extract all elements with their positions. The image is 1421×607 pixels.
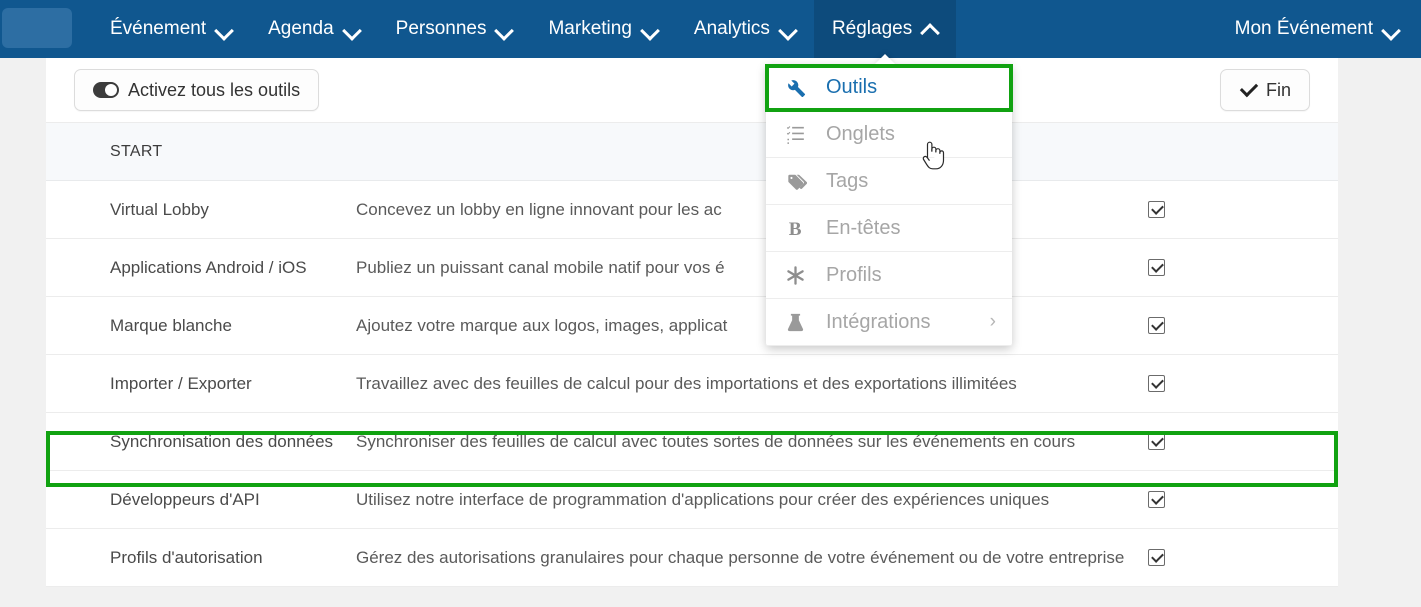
menu-item-onglets[interactable]: Onglets [766,111,1012,158]
tool-description: Travaillez avec des feuilles de calcul p… [356,373,1017,393]
bold-b-icon: B [784,217,814,240]
menu-item-label: Onglets [826,122,895,145]
table-row[interactable]: Profils d'autorisation Gérez des autoris… [46,529,1338,587]
chevron-down-icon [344,21,360,37]
done-button-label: Fin [1265,79,1291,100]
tool-description: Utilisez notre interface de programmatio… [356,489,1050,509]
tool-toggle-cell [1148,491,1338,508]
tool-toggle-cell [1148,201,1338,218]
tool-name: Marque blanche [110,315,232,335]
table-row-highlighted[interactable]: Synchronisation des données Synchroniser… [46,413,1338,471]
tool-checkbox[interactable] [1148,317,1165,334]
tools-table: START Virtual Lobby Concevez un lobby en… [46,123,1338,587]
nav-item-personnes[interactable]: Personnes [378,0,531,58]
chevron-up-icon [922,21,938,37]
nav-item-agenda[interactable]: Agenda [250,0,378,58]
section-label: START [110,142,163,160]
chevron-right-icon: › [989,311,996,332]
menu-item-tags[interactable]: Tags [766,158,1012,205]
chevron-down-icon [642,21,658,37]
app-root: Événement Agenda Personnes Marketing Ana… [0,0,1421,607]
tool-toggle-cell [1148,375,1338,392]
account-menu[interactable]: Mon Événement [1217,0,1421,58]
table-row[interactable]: Importer / Exporter Travaillez avec des … [46,355,1338,413]
chevron-down-icon [780,21,796,37]
nav-item-label: Réglages [831,18,913,39]
check-icon [1239,81,1257,99]
menu-item-label: Profils [826,263,882,286]
table-row[interactable]: Développeurs d'API Utilisez notre interf… [46,471,1338,529]
tool-description: Publiez un puissant canal mobile natif p… [356,257,725,277]
brand-logo[interactable] [2,8,72,48]
nav-item-analytics[interactable]: Analytics [676,0,814,58]
menu-item-label: Outils [826,75,878,98]
panel-toolbar: Activez tous les outils Fin [46,58,1338,123]
menu-item-en-tetes[interactable]: B En-têtes [766,205,1012,252]
enable-all-tools-label: Activez tous les outils [128,79,301,100]
menu-item-profils[interactable]: Profils [766,252,1012,299]
tool-description: Gérez des autorisations granulaires pour… [356,547,1125,567]
tool-toggle-cell [1148,433,1338,450]
chevron-down-icon [496,21,512,37]
tool-name: Importer / Exporter [110,373,252,393]
enable-all-tools-button[interactable]: Activez tous les outils [74,69,320,111]
tool-toggle-cell [1148,549,1338,566]
toggle-icon [93,82,119,98]
table-section-header: START [46,123,1338,181]
navbar-spacer [956,0,1216,58]
menu-item-integrations[interactable]: Intégrations › [766,299,1012,346]
wrench-icon [784,76,814,99]
nav-item-reglages[interactable]: Réglages [813,0,957,58]
svg-text:B: B [789,219,802,240]
tool-toggle-cell [1148,259,1338,276]
chevron-down-icon [216,21,232,37]
chevron-down-icon [1383,21,1399,37]
tool-checkbox[interactable] [1148,491,1165,508]
tools-panel: Activez tous les outils Fin START Virtua… [46,58,1338,587]
reglages-dropdown-menu: Outils Onglets Tags B En-têtes Profils I… [765,54,1013,346]
tool-description: Synchroniser des feuilles de calcul avec… [356,431,1076,451]
flask-icon [784,311,814,334]
tool-name: Applications Android / iOS [110,257,307,277]
tool-description: Concevez un lobby en ligne innovant pour… [356,199,722,219]
tool-checkbox[interactable] [1148,433,1165,450]
table-row[interactable]: Marque blanche Ajoutez votre marque aux … [46,297,1338,355]
tool-name: Virtual Lobby [110,199,209,219]
tool-name: Profils d'autorisation [110,547,263,567]
page-body: Activez tous les outils Fin START Virtua… [0,54,1421,607]
nav-item-label: Personnes [395,18,487,39]
nav-item-evenement[interactable]: Événement [92,0,250,58]
menu-item-label: Tags [826,169,869,192]
tool-checkbox[interactable] [1148,259,1165,276]
nav-item-label: Agenda [268,18,334,39]
tool-name: Développeurs d'API [110,489,260,509]
done-button[interactable]: Fin [1219,69,1310,111]
tool-toggle-cell [1148,317,1338,334]
asterisk-icon [784,264,814,287]
tool-checkbox[interactable] [1148,375,1165,392]
nav-item-label: Événement [110,18,207,39]
tag-icon [784,170,814,193]
tool-description: Ajoutez votre marque aux logos, images, … [356,315,728,335]
top-navbar: Événement Agenda Personnes Marketing Ana… [0,0,1421,58]
nav-item-label: Analytics [693,18,770,39]
menu-item-label: Intégrations [826,310,931,333]
account-menu-label: Mon Événement [1234,18,1373,39]
table-row[interactable]: Applications Android / iOS Publiez un pu… [46,239,1338,297]
tool-name: Synchronisation des données [110,431,334,451]
menu-item-label: En-têtes [826,216,901,239]
tool-checkbox[interactable] [1148,201,1165,218]
tool-checkbox[interactable] [1148,549,1165,566]
menu-item-outils[interactable]: Outils [766,64,1012,111]
nav-item-label: Marketing [548,18,632,39]
nav-item-marketing[interactable]: Marketing [530,0,675,58]
primary-nav: Événement Agenda Personnes Marketing Ana… [92,0,957,58]
table-row[interactable]: Virtual Lobby Concevez un lobby en ligne… [46,181,1338,239]
list-icon [784,123,814,146]
